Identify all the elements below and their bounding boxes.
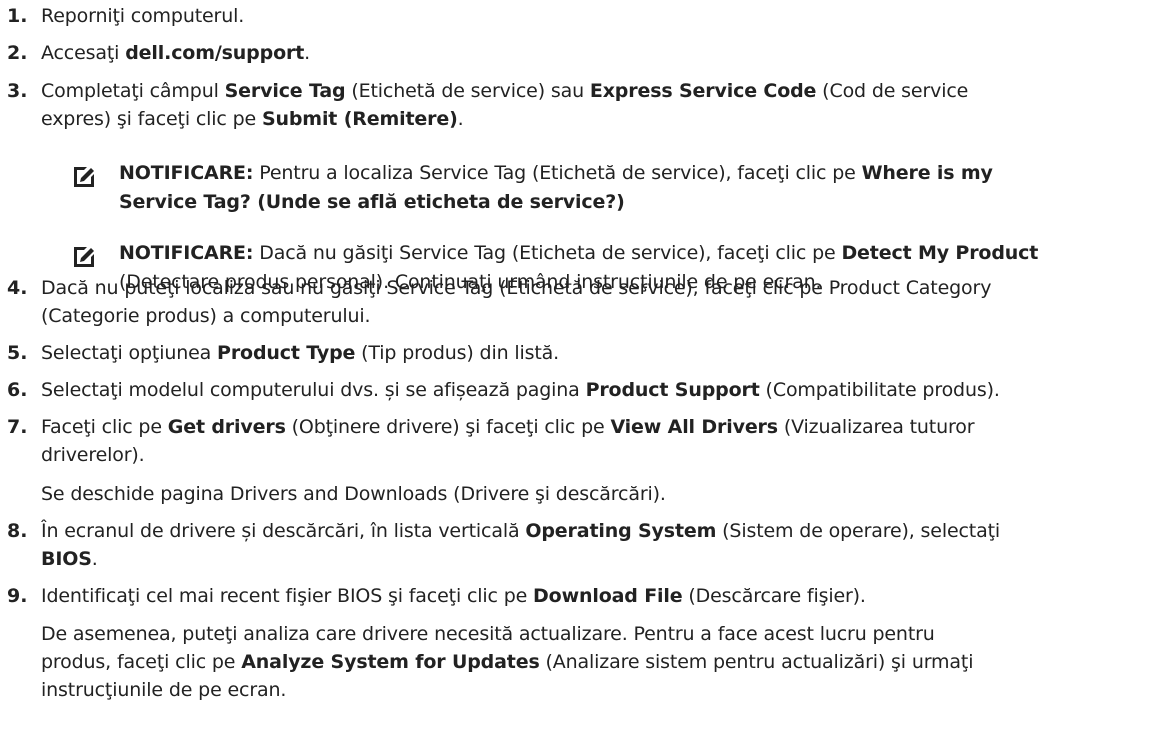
step-text-line: instrucţiunile de pe ecran. xyxy=(41,678,286,702)
step-number: 5. xyxy=(7,342,28,364)
bold-term: Product Support xyxy=(585,379,760,401)
bold-term: Detect My Product xyxy=(841,242,1039,264)
step-number: 9. xyxy=(7,585,28,607)
text-run: Selectaţi opţiunea xyxy=(41,342,218,364)
text-run: produs, faceţi clic pe xyxy=(41,651,242,673)
bold-term: BIOS xyxy=(41,548,92,570)
note-text-line: Service Tag? (Unde se află eticheta de s… xyxy=(119,190,625,214)
step-text-line: BIOS. xyxy=(41,547,98,571)
text-run: (Vizualizarea tuturor xyxy=(777,416,975,438)
text-run: (Obţinere drivere) şi faceţi clic pe xyxy=(285,416,611,438)
bold-term: View All Drivers xyxy=(610,416,778,438)
step-text-line: Selectaţi modelul computerului dvs. și s… xyxy=(41,378,1000,402)
bold-term: Download File xyxy=(533,585,683,607)
text-run: driverelor). xyxy=(41,444,145,466)
text-run: Accesaţi xyxy=(41,42,126,64)
text-run: Faceţi clic pe xyxy=(41,416,168,438)
pencil-note-icon xyxy=(71,244,97,270)
text-run: (Categorie produs) a computerului. xyxy=(41,305,371,327)
text-run: (Detectare produs personal). Continuaţi … xyxy=(119,271,822,293)
bold-term: dell.com/support xyxy=(125,42,305,64)
bold-term: Where is my xyxy=(861,162,993,184)
step-text-line: (Categorie produs) a computerului. xyxy=(41,304,371,328)
text-run: Reporniţi computerul. xyxy=(41,5,245,27)
bold-term: Service Tag xyxy=(224,80,346,102)
note-text-line: (Detectare produs personal). Continuaţi … xyxy=(119,270,822,294)
step-text-line: Faceţi clic pe Get drivers (Obţinere dri… xyxy=(41,415,975,439)
step-text-line: De asemenea, puteţi analiza care drivere… xyxy=(41,622,935,646)
text-run: instrucţiunile de pe ecran. xyxy=(41,679,287,701)
step-number: 1. xyxy=(7,5,28,27)
step-number: 8. xyxy=(7,520,28,542)
text-run: . xyxy=(91,548,98,570)
bold-term: Get drivers xyxy=(167,416,286,438)
bold-term: Product Type xyxy=(217,342,356,364)
text-run: . xyxy=(304,42,311,64)
step-text-line: Accesaţi dell.com/support. xyxy=(41,41,310,65)
document-page: 1. Reporniţi computerul. 2. Accesaţi dell.c… xyxy=(0,0,1163,741)
text-run: expres) şi faceţi clic pe xyxy=(41,108,262,130)
bold-term: Express Service Code xyxy=(589,80,817,102)
step-text-line: Reporniţi computerul. xyxy=(41,4,244,28)
text-run: (Analizare sistem pentru actualizări) şi… xyxy=(539,651,974,673)
step-number: 4. xyxy=(7,277,28,299)
text-run: (Etichetă de service) sau xyxy=(345,80,590,102)
note-text-line: NOTIFICARE: Pentru a localiza Service Ta… xyxy=(119,161,993,185)
text-run: (Descărcare fişier). xyxy=(682,585,866,607)
step-text-line: Se deschide pagina Drivers and Downloads… xyxy=(41,482,666,506)
step-text-line: driverelor). xyxy=(41,443,145,467)
text-run: . xyxy=(457,108,464,130)
step-text-line: expres) şi faceţi clic pe Submit (Remite… xyxy=(41,107,464,131)
step-number: 2. xyxy=(7,42,28,64)
note-label: NOTIFICARE: xyxy=(119,162,254,184)
text-run: Completaţi câmpul xyxy=(41,80,225,102)
pencil-note-icon xyxy=(71,164,97,190)
step-number: 3. xyxy=(7,80,28,102)
bold-term: Service Tag? (Unde se află eticheta de s… xyxy=(119,191,625,213)
text-run: Pentru a localiza Service Tag (Etichetă … xyxy=(253,162,862,184)
step-text-line: produs, faceţi clic pe Analyze System fo… xyxy=(41,650,973,674)
text-run: Dacă nu găsiţi Service Tag (Eticheta de … xyxy=(253,242,842,264)
text-run: (Sistem de operare), selectaţi xyxy=(716,520,1001,542)
text-run: În ecranul de drivere și descărcări, în … xyxy=(41,520,526,542)
text-run: (Tip produs) din listă. xyxy=(355,342,560,364)
step-text-line: Selectaţi opţiunea Product Type (Tip pro… xyxy=(41,341,559,365)
text-run: Identificaţi cel mai recent fişier BIOS … xyxy=(41,585,534,607)
bold-term: Operating System xyxy=(525,520,717,542)
step-number: 6. xyxy=(7,379,28,401)
bold-term: Analyze System for Updates xyxy=(241,651,540,673)
step-text-line: Identificaţi cel mai recent fişier BIOS … xyxy=(41,584,866,608)
bold-term: Submit (Remitere) xyxy=(261,108,458,130)
step-text-line: Completaţi câmpul Service Tag (Etichetă … xyxy=(41,79,968,103)
text-run: (Cod de service xyxy=(816,80,969,102)
step-text-line: În ecranul de drivere și descărcări, în … xyxy=(41,519,1000,543)
text-run: Selectaţi modelul computerului dvs. și s… xyxy=(41,379,586,401)
step-number: 7. xyxy=(7,416,28,438)
note-text-line: NOTIFICARE: Dacă nu găsiţi Service Tag (… xyxy=(119,241,1038,265)
text-run: (Compatibilitate produs). xyxy=(759,379,1000,401)
text-run: De asemenea, puteţi analiza care drivere… xyxy=(41,623,935,645)
text-run: Se deschide pagina Drivers and Downloads… xyxy=(41,483,666,505)
note-label: NOTIFICARE: xyxy=(119,242,254,264)
